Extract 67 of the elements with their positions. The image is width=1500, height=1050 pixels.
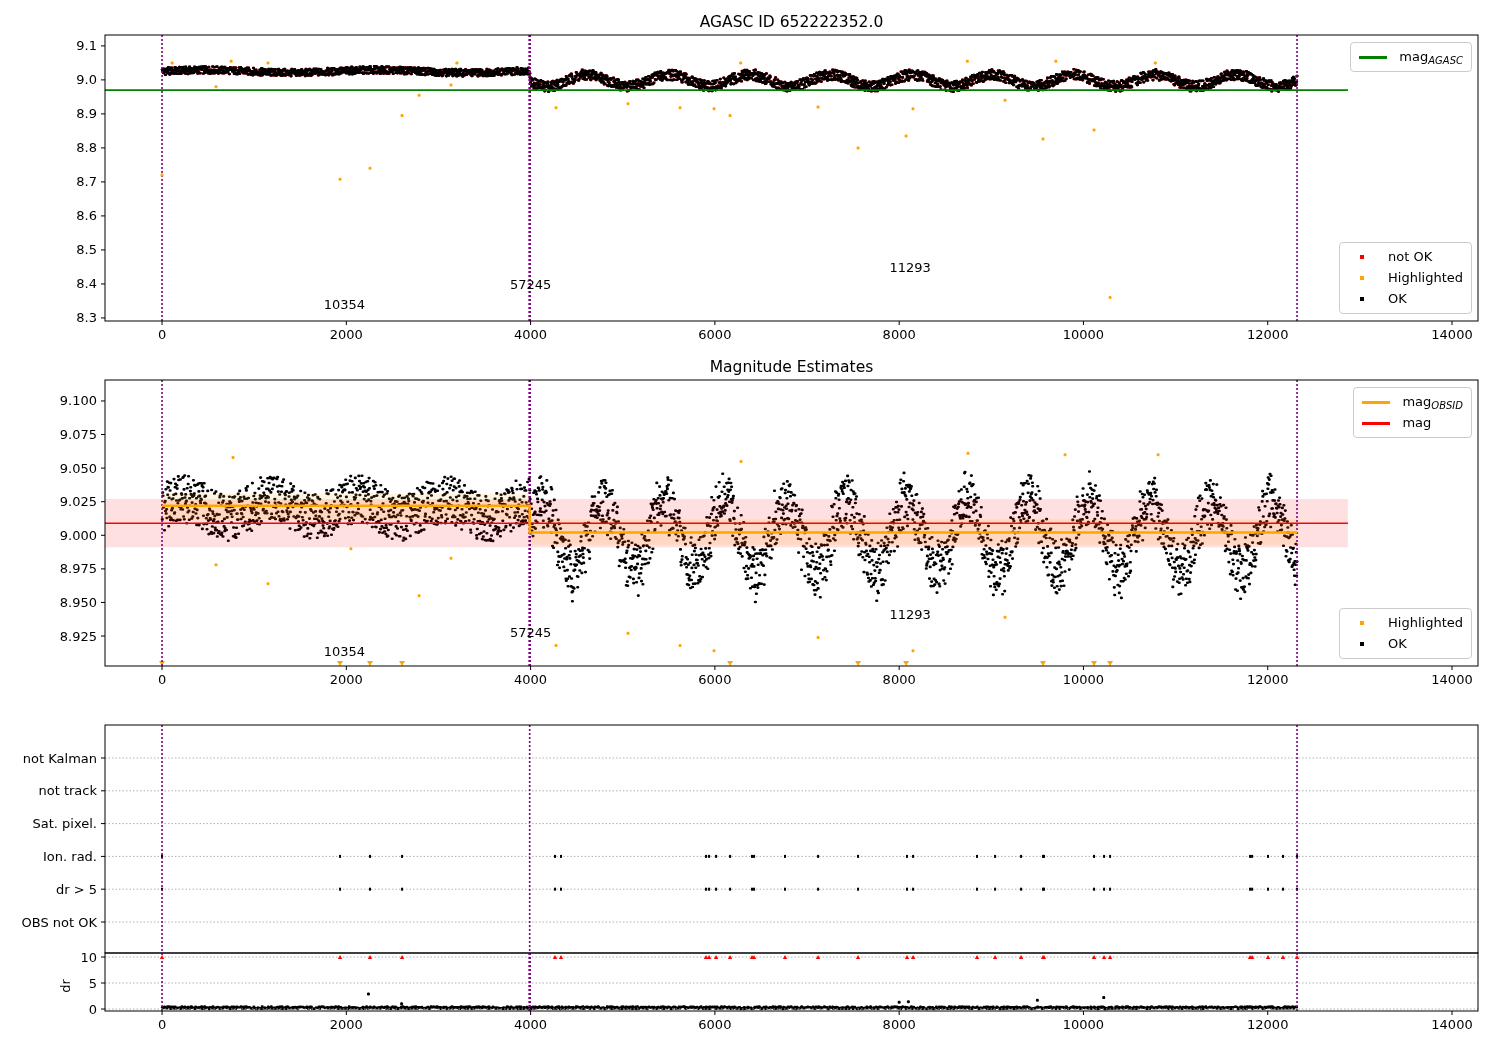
tick-label: 6000 — [698, 672, 732, 687]
tick-label: 0 — [157, 327, 167, 342]
tick-label: 8.7 — [76, 174, 97, 190]
tick-label: 9.000 — [59, 527, 97, 543]
tick-label: 0 — [157, 1017, 167, 1032]
tick-label: 9.050 — [59, 460, 97, 476]
tick-label: 8000 — [882, 672, 916, 687]
annotation-label: 10354 — [323, 644, 366, 660]
row-label: not track — [38, 783, 97, 799]
row-label: not Kalman — [22, 750, 97, 766]
annotation-label: 57245 — [509, 277, 552, 293]
tick-label: 0 — [157, 672, 167, 687]
tick-label: 12000 — [1247, 672, 1289, 687]
annotation-label: 10354 — [323, 297, 366, 313]
tick-label: 0 — [88, 1001, 97, 1017]
tick-label: 8.925 — [59, 628, 97, 644]
tick-label: 9.075 — [59, 427, 97, 443]
tick-label: 2000 — [329, 1017, 363, 1032]
tick-label: 8.4 — [76, 276, 97, 292]
tick-label: 4000 — [514, 1017, 548, 1032]
tick-label: 12000 — [1247, 1017, 1289, 1032]
tick-label: 2000 — [329, 327, 363, 342]
tick-label: 8.3 — [76, 310, 97, 326]
row-label: OBS not OK — [21, 914, 97, 930]
tick-label: 9.1 — [76, 38, 97, 54]
legend-label: mag$_{OBSID}$ — [1402, 393, 1463, 412]
row-label: dr > 5 — [55, 881, 97, 897]
tick-label: 14000 — [1431, 672, 1473, 687]
tick-label: 9.100 — [59, 393, 97, 409]
legend-label: mag — [1402, 414, 1432, 432]
tick-label: 8.975 — [59, 561, 97, 577]
tick-label: 4000 — [514, 672, 548, 687]
row-label: Sat. pixel. — [32, 816, 97, 832]
tick-label: 9.0 — [76, 72, 97, 88]
tick-label: 8.6 — [76, 208, 97, 224]
tick-label: 14000 — [1431, 1017, 1473, 1032]
tick-label: 8000 — [882, 1017, 916, 1032]
legend-label: mag$_{AGASC}$ — [1399, 48, 1463, 67]
tick-label: 2000 — [329, 672, 363, 687]
tick-label: 12000 — [1247, 327, 1289, 342]
annotation-label: 11293 — [889, 606, 931, 622]
legend-label: OK — [1388, 290, 1407, 308]
tick-label: 8.9 — [76, 106, 97, 122]
chart-title: Magnitude Estimates — [709, 358, 874, 376]
annotation-label: 11293 — [889, 260, 931, 276]
tick-label: 10 — [80, 949, 97, 965]
legend-label: Highlighted — [1388, 269, 1463, 287]
tick-label: 8.5 — [76, 242, 97, 258]
annotation-label: 57245 — [509, 625, 552, 641]
tick-label: 6000 — [698, 1017, 732, 1032]
tick-label: 14000 — [1431, 327, 1473, 342]
row-label: Ion. rad. — [43, 848, 97, 864]
legend-label: OK — [1388, 635, 1407, 653]
tick-label: 10000 — [1062, 672, 1105, 687]
tick-label: 10000 — [1062, 1017, 1105, 1032]
tick-label: 8000 — [882, 327, 916, 342]
legend-label: not OK — [1388, 248, 1433, 266]
tick-label: 4000 — [514, 327, 548, 342]
tick-label: 5 — [88, 975, 97, 991]
tick-label: 8.8 — [76, 140, 97, 156]
tick-label: 8.950 — [59, 594, 97, 610]
legend-label: Highlighted — [1388, 614, 1463, 632]
axis-label: dr — [58, 979, 73, 993]
tick-label: 9.025 — [59, 494, 97, 510]
tick-label: 10000 — [1062, 327, 1105, 342]
chart-title: AGASC ID 652222352.0 — [699, 13, 884, 31]
tick-label: 6000 — [698, 327, 732, 342]
